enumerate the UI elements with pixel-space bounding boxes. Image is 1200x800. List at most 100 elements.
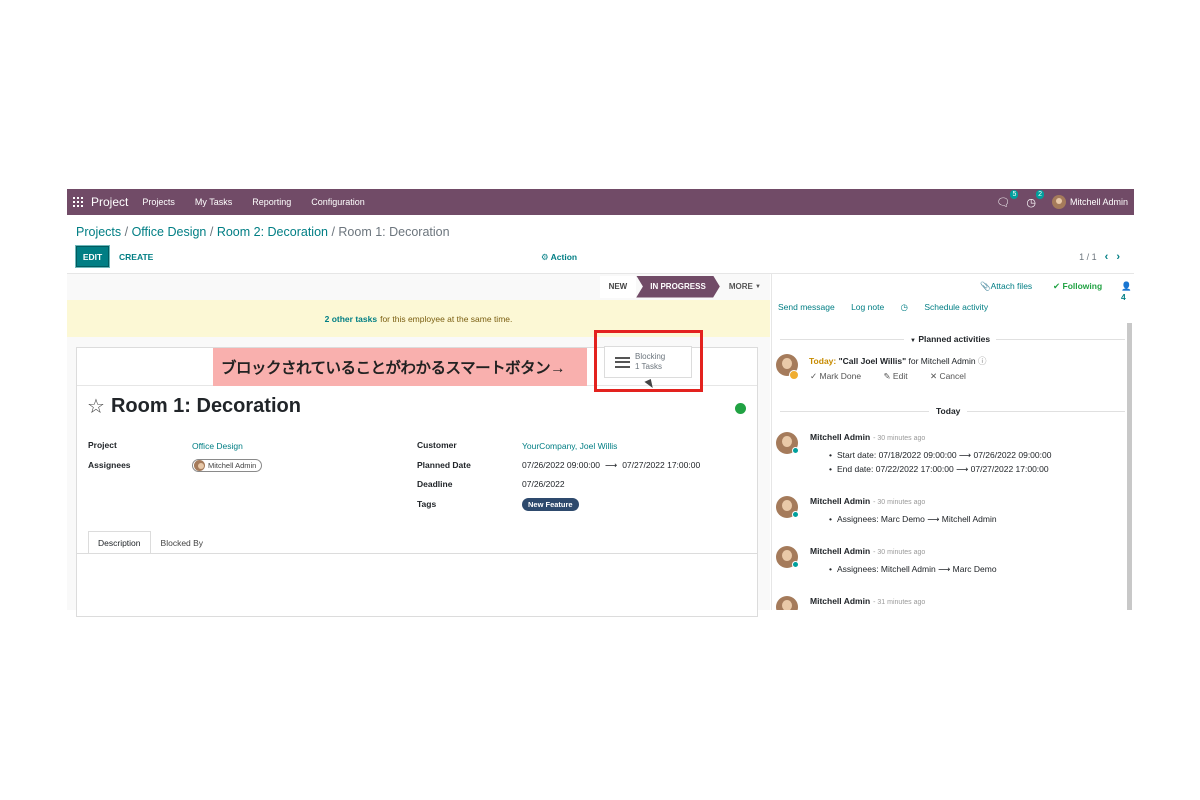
message-author-name[interactable]: Mitchell Admin: [810, 496, 870, 506]
breadcrumb-projects[interactable]: Projects: [76, 225, 121, 239]
deadline-label: Deadline: [417, 479, 453, 489]
message-author-name[interactable]: Mitchell Admin: [810, 432, 870, 442]
pager: 1 / 1 ‹ ›: [1079, 251, 1120, 263]
breadcrumb-office-design[interactable]: Office Design: [132, 225, 207, 239]
message-author-name[interactable]: Mitchell Admin: [810, 546, 870, 556]
tab-description[interactable]: Description: [88, 531, 151, 554]
menu-projects[interactable]: Projects: [142, 197, 175, 207]
stage-new[interactable]: NEW: [599, 275, 637, 298]
edit-button[interactable]: EDIT: [75, 245, 110, 268]
check-icon: ✔: [1053, 281, 1061, 291]
following-label: Following: [1062, 281, 1103, 291]
chevron-right-icon[interactable]: ›: [1116, 251, 1120, 263]
notebook-tabs: Description Blocked By: [88, 531, 214, 554]
deadline-field[interactable]: 07/26/2022: [522, 479, 565, 489]
message-time: - 31 minutes ago: [873, 599, 926, 606]
message-tracking-item: Assignees: Mitchell Admin ⟶ Marc Demo: [829, 564, 997, 575]
mark-done-label: Mark Done: [819, 371, 862, 381]
blocking-smart-button[interactable]: Blocking 1 Tasks: [604, 346, 692, 378]
attach-files-button[interactable]: 📎Attach files: [980, 281, 1032, 292]
user-menu[interactable]: Mitchell Admin: [1051, 195, 1128, 209]
assignees-label: Assignees: [88, 460, 131, 470]
create-button[interactable]: CREATE: [119, 246, 153, 267]
following-button[interactable]: ✔ Following: [1053, 281, 1102, 292]
online-status-icon: [792, 511, 799, 518]
smart-button-label: Blocking: [635, 352, 666, 361]
activity-buttons: ✓ Mark Done ✎ Edit ✕ Cancel: [810, 371, 986, 382]
attach-files-label: Attach files: [990, 281, 1033, 291]
messages-icon[interactable]: 🗨 5: [996, 189, 1019, 209]
tab-blocked-by[interactable]: Blocked By: [151, 531, 214, 554]
mark-done-button[interactable]: ✓ Mark Done: [810, 371, 871, 381]
breadcrumb-room-2[interactable]: Room 2: Decoration: [217, 225, 328, 239]
info-icon[interactable]: ⓘ: [978, 356, 987, 366]
followers-count: 4: [1121, 292, 1126, 302]
task-title[interactable]: Room 1: Decoration: [111, 395, 301, 418]
paperclip-icon: 📎: [980, 281, 991, 291]
menu-reporting[interactable]: Reporting: [252, 197, 291, 207]
task-title-row: ☆ Room 1: Decoration: [87, 394, 301, 419]
messages-count-badge: 5: [1010, 189, 1019, 199]
other-tasks-link[interactable]: 2 other tasks: [325, 314, 377, 324]
menu-my-tasks[interactable]: My Tasks: [195, 197, 232, 207]
clock-icon: ◷: [900, 302, 908, 312]
message-author-name[interactable]: Mitchell Admin: [810, 596, 870, 606]
action-menu[interactable]: ⚙ Action: [541, 252, 577, 263]
schedule-activity-label: Schedule activity: [924, 302, 989, 312]
planned-activities-label: Planned activities: [918, 334, 991, 344]
planned-date-field[interactable]: 07/26/2022 09:00:00 ⟶ 07/27/2022 17:00:00: [522, 460, 700, 471]
status-bar: NEW IN PROGRESS MORE ▼: [67, 274, 770, 299]
chatter-actions: Send message Log note ◷ Schedule activit…: [778, 302, 1016, 313]
edit-activity-button[interactable]: ✎ Edit: [883, 371, 917, 381]
gear-icon: ⚙: [541, 252, 549, 262]
message-tracking-item: End date: 07/22/2022 17:00:00 ⟶ 07/27/20…: [829, 464, 1049, 475]
log-note-button[interactable]: Log note: [851, 302, 884, 312]
breadcrumb-current: Room 1: Decoration: [338, 225, 450, 239]
chevron-left-icon[interactable]: ‹: [1105, 251, 1109, 263]
activities-clock-icon[interactable]: ◷ 2: [1026, 189, 1044, 209]
activity-summary: "Call Joel Willis": [838, 356, 907, 366]
star-icon[interactable]: ☆: [87, 394, 105, 419]
assignee-chip[interactable]: Mitchell Admin: [192, 459, 263, 472]
followers-button[interactable]: 👤4: [1121, 281, 1134, 302]
send-message-button[interactable]: Send message: [778, 302, 835, 312]
app-brand[interactable]: Project: [91, 195, 128, 209]
message-avatar[interactable]: [776, 596, 798, 610]
stage-more-dropdown[interactable]: MORE ▼: [720, 276, 770, 298]
message-author: Mitchell Admin - 30 minutes ago: [810, 432, 925, 442]
message-author: Mitchell Admin - 31 minutes ago: [810, 596, 925, 606]
assignee-avatar: [194, 460, 205, 471]
planned-end: 07/27/2022 17:00:00: [622, 460, 701, 470]
planned-activities-toggle[interactable]: ▼ Planned activities: [904, 334, 997, 344]
chatter-panel: 📎Attach files ✔ Following 👤4 Send messag…: [771, 274, 1134, 610]
apps-grid-icon[interactable]: [73, 197, 83, 207]
project-field[interactable]: Office Design: [192, 441, 243, 451]
menu-configuration[interactable]: Configuration: [311, 197, 365, 207]
message-tracking-item: Start date: 07/18/2022 09:00:00 ⟶ 07/26/…: [829, 450, 1051, 461]
tags-label: Tags: [417, 499, 437, 509]
activities-count-badge: 2: [1036, 189, 1044, 199]
top-navbar: Project Projects My Tasks Reporting Conf…: [67, 189, 1134, 215]
tabs-divider: [76, 553, 758, 554]
user-name: Mitchell Admin: [1069, 197, 1128, 207]
edit-activity-label: Edit: [892, 371, 908, 381]
kanban-state-indicator[interactable]: [735, 403, 746, 414]
tag-badge[interactable]: New Feature: [522, 498, 579, 511]
schedule-activity-button[interactable]: ◷ Schedule activity: [901, 302, 1003, 312]
caret-down-icon: ▼: [910, 338, 916, 344]
customer-field[interactable]: YourCompany, Joel Willis: [522, 441, 617, 451]
chevron-down-icon: ▼: [755, 283, 761, 290]
cancel-activity-label: Cancel: [939, 371, 966, 381]
stage-in-progress[interactable]: IN PROGRESS: [636, 275, 720, 298]
cancel-activity-button[interactable]: ✕ Cancel: [930, 371, 976, 381]
smart-button-count: 1 Tasks: [635, 362, 662, 371]
action-label: Action: [550, 252, 578, 262]
pager-value[interactable]: 1 / 1: [1079, 252, 1097, 262]
annotation-banner: ブロックされていることがわかるスマートボタン→: [213, 348, 587, 386]
message-time: - 30 minutes ago: [873, 549, 926, 556]
message-time: - 30 minutes ago: [873, 499, 926, 506]
online-status-icon: [792, 561, 799, 568]
online-status-icon: [792, 447, 799, 454]
chatter-scrollbar[interactable]: [1127, 323, 1132, 610]
activity-clock-icon: [789, 370, 799, 380]
